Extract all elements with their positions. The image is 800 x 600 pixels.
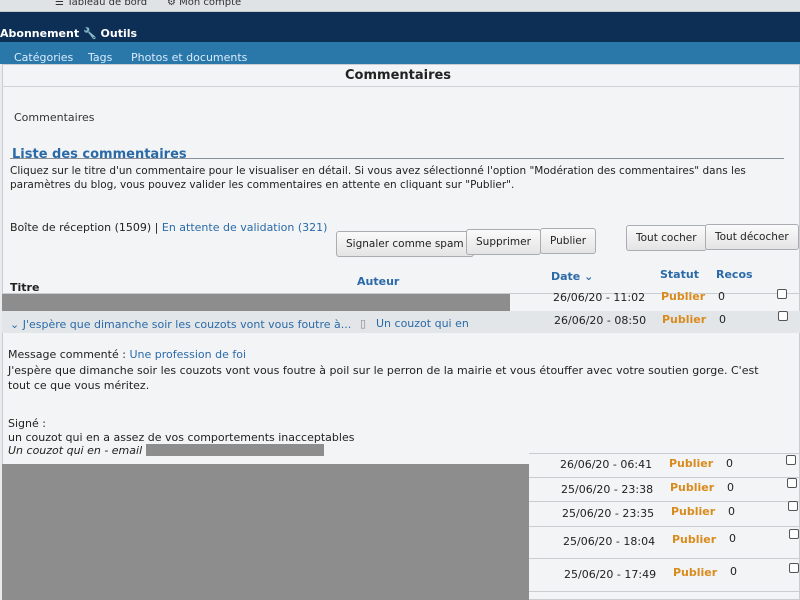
nav-subscription[interactable]: Abonnement <box>0 27 79 40</box>
nav-tools[interactable]: 🔧 Outils <box>83 27 137 40</box>
subnav-tags[interactable]: Tags <box>88 51 112 64</box>
account-link[interactable]: ⚙ Mon compte <box>167 0 241 8</box>
row-date: 26/06/20 - 08:50 <box>554 314 647 327</box>
row-checkbox[interactable] <box>788 501 798 511</box>
row-recos: 0 <box>729 532 736 545</box>
row-status[interactable]: Publier <box>661 290 705 303</box>
spam-button[interactable]: Signaler comme spam <box>336 231 474 257</box>
account-label: Mon compte <box>179 0 242 8</box>
row-status[interactable]: Publier <box>670 481 714 494</box>
redacted-block <box>2 294 510 312</box>
commented-link[interactable]: Une profession de foi <box>129 348 246 361</box>
check-all-button[interactable]: Tout cocher <box>626 225 707 251</box>
row-date: 26/06/20 - 11:02 <box>553 291 646 304</box>
nav-tools-label: Outils <box>100 27 138 40</box>
row-divider <box>529 477 800 478</box>
col-recos[interactable]: Recos <box>716 268 753 281</box>
comment-body: J'espère que dimanche soir les couzots v… <box>8 364 759 392</box>
col-status[interactable]: Statut <box>660 268 699 281</box>
dashboard-link[interactable]: ☰ Tableau de bord <box>55 0 147 8</box>
row-date: 26/06/20 - 06:41 <box>560 458 653 471</box>
inbox-filter[interactable]: Boîte de réception (1509) <box>10 221 151 234</box>
section-divider <box>10 158 784 159</box>
row-status[interactable]: Publier <box>669 457 713 470</box>
row-recos: 0 <box>726 457 733 470</box>
row-recos: 0 <box>730 565 737 578</box>
row-checkbox[interactable] <box>777 289 787 299</box>
subnav-photos[interactable]: Photos et documents <box>131 51 247 64</box>
section-title: Liste des commentaires <box>12 147 187 162</box>
delete-button[interactable]: Supprimer <box>466 229 541 255</box>
row-divider <box>529 501 800 502</box>
commented-message: Message commenté : Une profession de foi <box>8 348 246 361</box>
row-checkbox[interactable] <box>789 563 799 573</box>
row-divider <box>529 558 800 559</box>
row-status[interactable]: Publier <box>673 566 717 579</box>
row-divider <box>529 453 800 454</box>
row-status[interactable]: Publier <box>662 313 706 326</box>
row-recos: 0 <box>727 481 734 494</box>
filter-separator: | <box>154 221 159 234</box>
author-icon: ▯ <box>360 317 367 330</box>
row-status[interactable]: Publier <box>672 533 716 546</box>
uncheck-all-button[interactable]: Tout décocher <box>705 224 799 250</box>
row-checkbox[interactable] <box>786 455 796 465</box>
redacted-block <box>2 464 529 600</box>
pending-filter[interactable]: En attente de validation (321) <box>162 221 328 234</box>
email-label: Un couzot qui en - email : <box>8 444 150 457</box>
row-checkbox[interactable] <box>778 311 788 321</box>
top-strip: ☰ Tableau de bord ⚙ Mon compte <box>0 0 800 12</box>
page-title: Commentaires <box>345 68 452 83</box>
row-author[interactable]: Un couzot qui en <box>376 317 469 330</box>
row-recos: 0 <box>718 290 725 303</box>
row-recos: 0 <box>728 505 735 518</box>
row-date: 25/06/20 - 17:49 <box>564 568 657 581</box>
commented-label: Message commenté : <box>8 348 126 361</box>
dashboard-label: Tableau de bord <box>67 0 148 8</box>
subnav-categories[interactable]: Catégories <box>14 51 73 64</box>
filter-bar: Boîte de réception (1509) | En attente d… <box>10 221 327 234</box>
sub-navbar: Catégories Tags Photos et documents <box>0 42 800 64</box>
signed-text: un couzot qui en a assez de vos comporte… <box>8 431 355 444</box>
row-date: 25/06/20 - 23:35 <box>562 507 655 520</box>
row-status[interactable]: Publier <box>671 505 715 518</box>
row-divider <box>529 526 800 527</box>
col-date[interactable]: Date ⌄ <box>551 270 593 283</box>
signed-label: Signé : <box>8 417 46 430</box>
publish-button[interactable]: Publier <box>540 228 597 254</box>
breadcrumb: Commentaires <box>14 111 95 124</box>
help-text: Cliquez sur le titre d'un commentaire po… <box>10 165 746 191</box>
redacted-email <box>146 444 324 456</box>
row-date: 25/06/20 - 23:38 <box>561 483 654 496</box>
wrench-icon: 🔧 <box>83 27 97 40</box>
row-checkbox[interactable] <box>787 478 797 488</box>
row-date: 25/06/20 - 18:04 <box>563 535 656 548</box>
row-checkbox[interactable] <box>789 529 799 539</box>
row-divider <box>529 591 800 592</box>
col-author[interactable]: Auteur <box>357 275 399 288</box>
row-recos: 0 <box>719 313 726 326</box>
title-divider <box>2 86 800 87</box>
row-title[interactable]: ⌄ J'espère que dimanche soir les couzots… <box>10 318 351 331</box>
main-navbar: Abonnement 🔧 Outils <box>0 12 800 42</box>
